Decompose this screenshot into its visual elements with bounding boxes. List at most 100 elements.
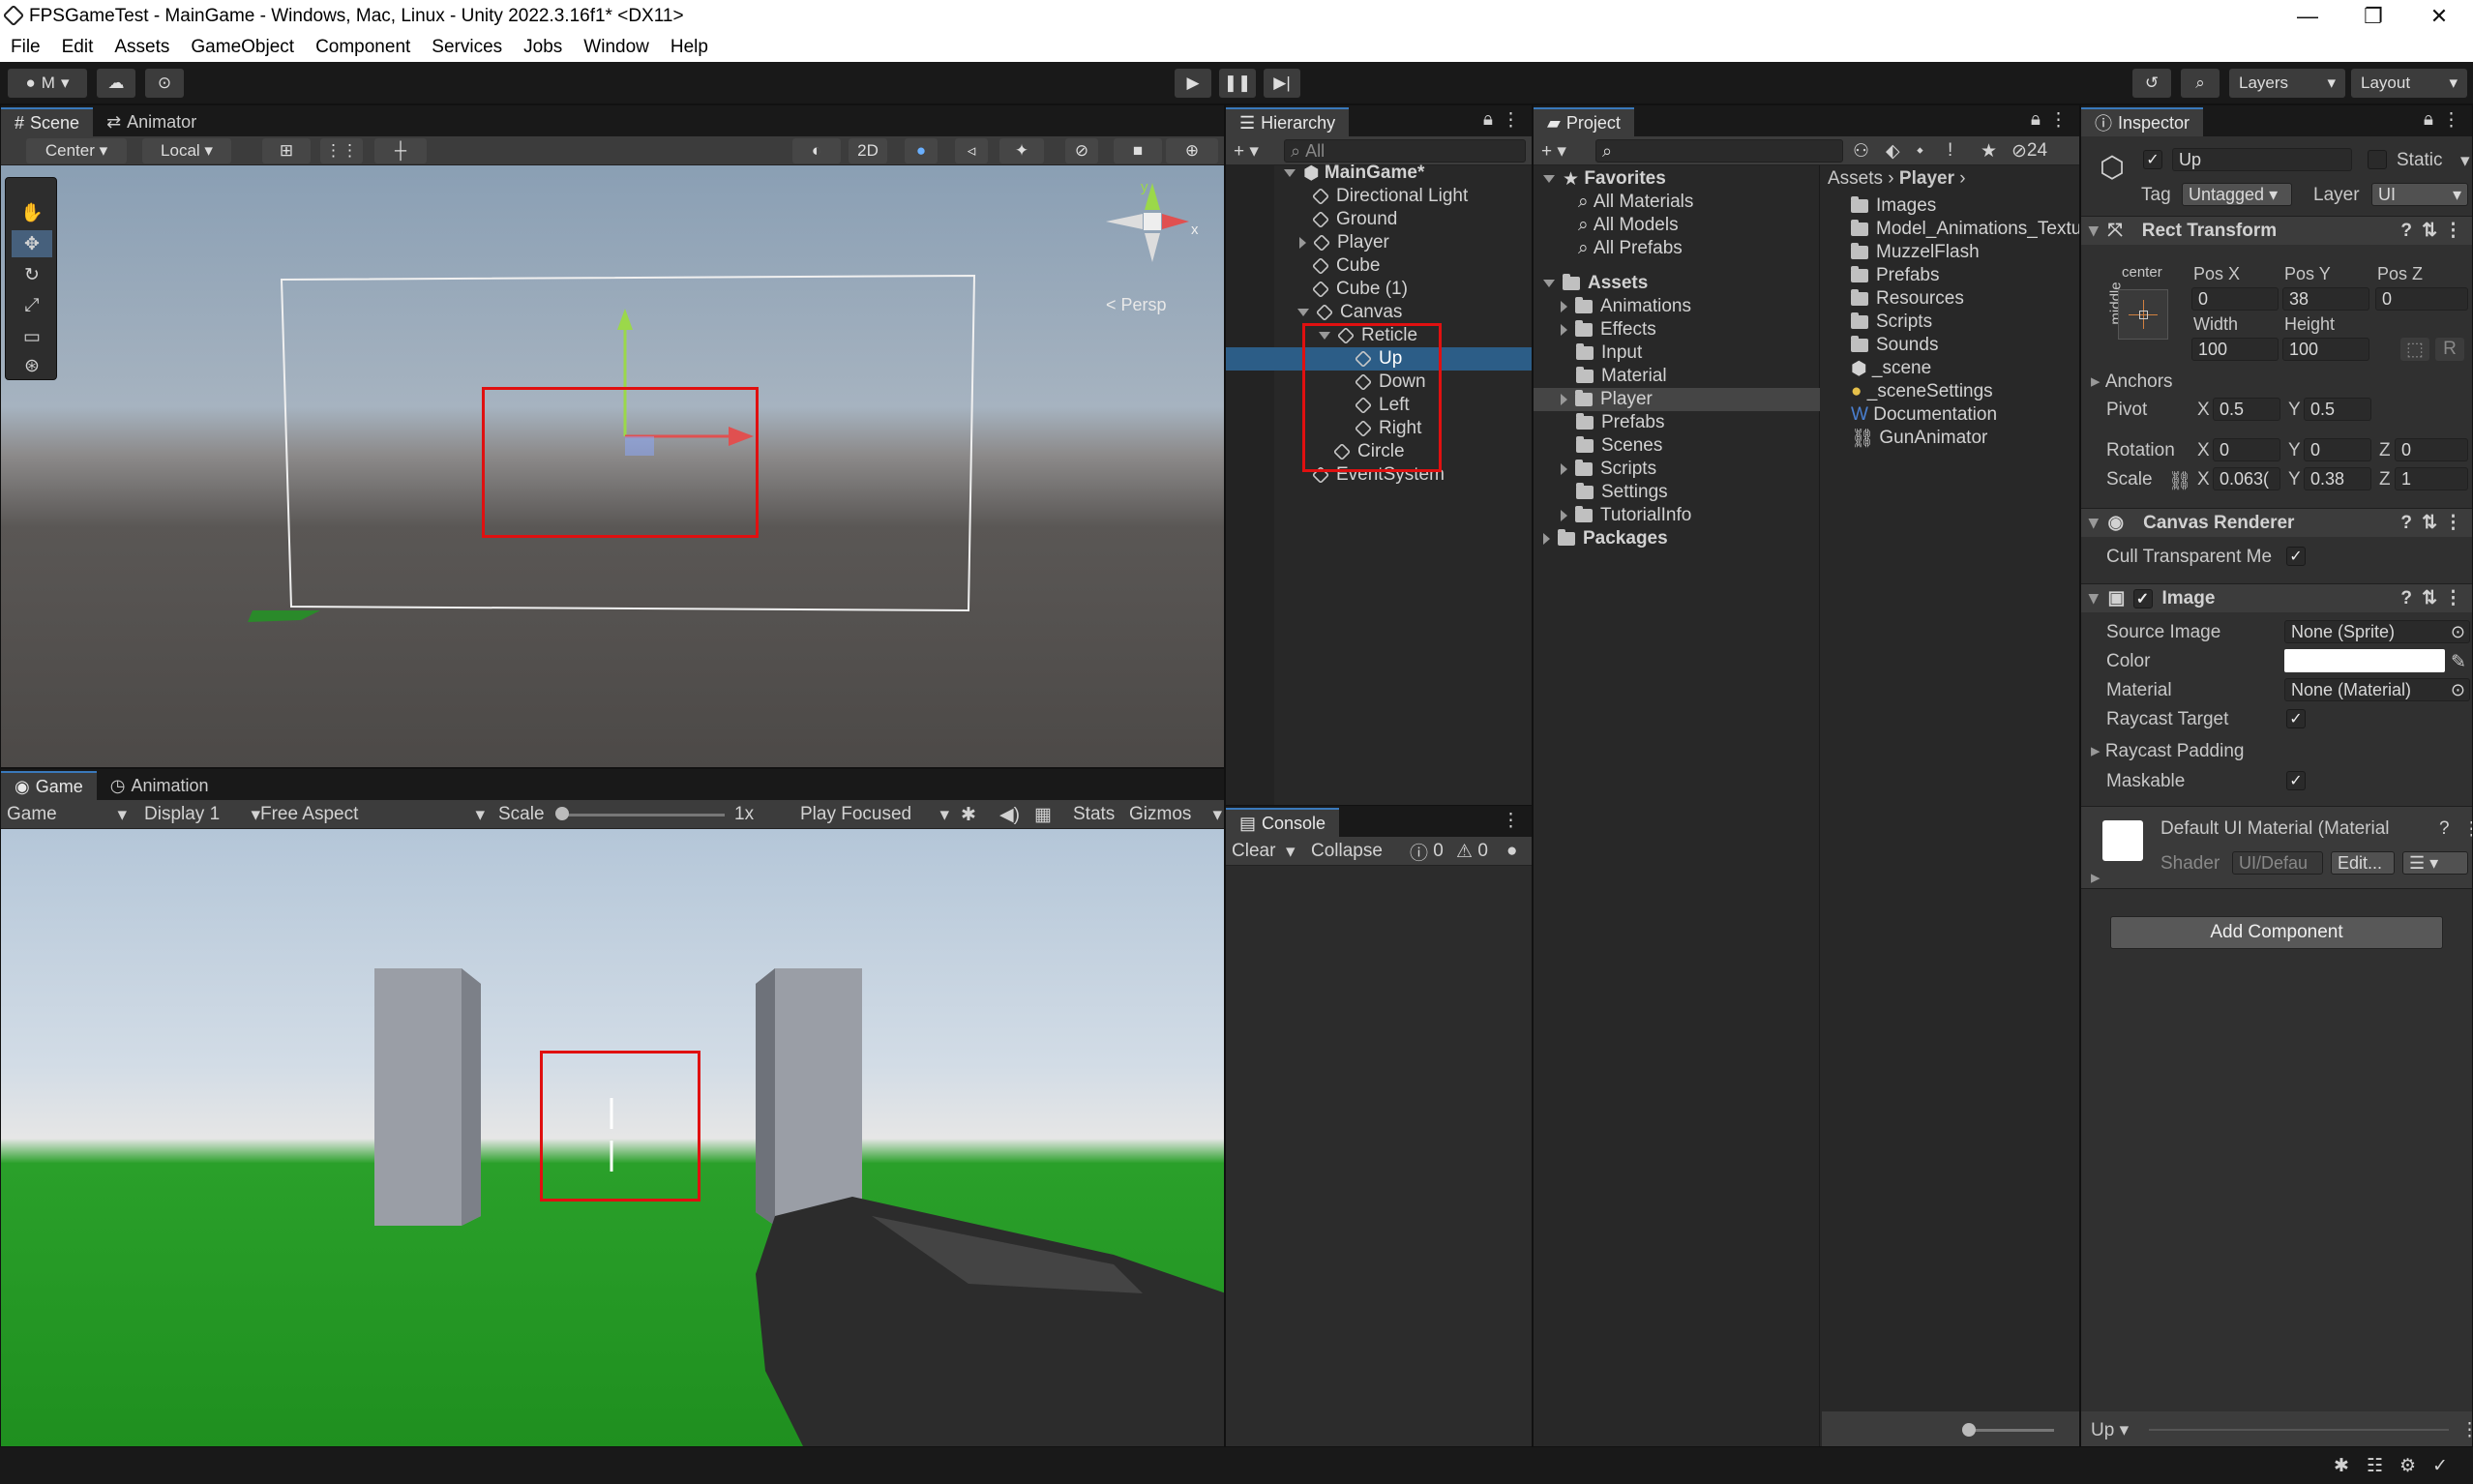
material-field[interactable]: None (Material) ⊙: [2284, 678, 2470, 701]
hand-tool-icon[interactable]: ✋: [12, 199, 52, 226]
search-button[interactable]: ⌕: [2181, 69, 2220, 98]
persp-label[interactable]: < Persp: [1106, 295, 1167, 315]
cull-transparent-checkbox[interactable]: ✓: [2286, 547, 2306, 566]
lock-icon[interactable]: 🔒︎: [2424, 109, 2433, 131]
help-icon[interactable]: ?: [2400, 588, 2412, 609]
preset-icon[interactable]: ⇅: [2422, 220, 2437, 242]
debug-icon[interactable]: ✱: [2334, 1455, 2349, 1477]
rot-x-input[interactable]: 0: [2213, 438, 2280, 461]
play-button[interactable]: ▶: [1175, 69, 1211, 98]
tab-project[interactable]: ▰ Project: [1534, 107, 1634, 136]
object-picker-icon[interactable]: ⊙: [2451, 622, 2465, 642]
asset-folder[interactable]: Scripts: [1561, 458, 1656, 481]
menu-jobs[interactable]: Jobs: [513, 37, 573, 58]
blueprint-mode-button[interactable]: ⬚: [2400, 338, 2429, 361]
source-image-field[interactable]: None (Sprite) ⊙: [2284, 620, 2470, 643]
hidden-objects-button[interactable]: ⊘: [1065, 138, 1098, 163]
menu-services[interactable]: Services: [421, 37, 513, 58]
maskable-checkbox[interactable]: ✓: [2286, 771, 2306, 790]
more-icon[interactable]: ⋮: [1502, 109, 1520, 132]
tab-inspector[interactable]: ⓘ Inspector: [2081, 107, 2204, 136]
gizmos-dropdown[interactable]: Gizmos ▾: [1129, 803, 1222, 826]
file-item[interactable]: MuzzelFlash: [1851, 241, 1980, 264]
asset-folder[interactable]: Effects: [1561, 318, 1656, 341]
hidden-packages-button[interactable]: ⊘ 24: [2011, 139, 2047, 163]
packages-header[interactable]: Packages: [1543, 527, 1668, 550]
pause-button[interactable]: ❚❚: [1219, 69, 1256, 98]
aspect-dropdown[interactable]: Free Aspect ▾: [260, 803, 485, 826]
asset-folder[interactable]: Input: [1576, 341, 1642, 365]
static-checkbox[interactable]: [2368, 150, 2387, 169]
clear-button[interactable]: Clear ▾: [1232, 840, 1296, 863]
width-input[interactable]: 100: [2191, 338, 2279, 361]
filter-icon[interactable]: ⬩: [1917, 139, 1923, 163]
hierarchy-item[interactable]: Directional Light: [1311, 185, 1468, 208]
hierarchy-item[interactable]: Ground: [1311, 208, 1397, 231]
asset-folder[interactable]: Prefabs: [1576, 411, 1664, 434]
more-icon[interactable]: ⋮: [2462, 818, 2472, 841]
error-icon[interactable]: ●: [1506, 840, 1517, 863]
move-tool-icon[interactable]: ✥: [12, 230, 52, 257]
more-icon[interactable]: ⋮: [2460, 1419, 2472, 1441]
close-button[interactable]: ✕: [2405, 0, 2473, 33]
hierarchy-item[interactable]: Player: [1299, 231, 1389, 254]
lighting-button[interactable]: ●: [905, 138, 938, 163]
asset-folder-selected[interactable]: Player: [1561, 388, 1653, 411]
collapse-button[interactable]: Collapse: [1311, 840, 1383, 863]
file-item[interactable]: W Documentation: [1851, 403, 1997, 427]
toggle-2d-button[interactable]: 2D: [849, 138, 887, 163]
more-icon[interactable]: ⋮: [2444, 220, 2462, 242]
display-dropdown[interactable]: Display 1 ▾: [144, 803, 260, 826]
menu-assets[interactable]: Assets: [104, 37, 180, 58]
link-icon[interactable]: ⛓: [2168, 469, 2191, 492]
anchor-presets-button[interactable]: [2118, 289, 2168, 340]
transform-tool-icon[interactable]: ⊛: [12, 352, 52, 379]
file-item[interactable]: Images: [1851, 194, 1936, 218]
search-by-label-icon[interactable]: ⬖: [1886, 139, 1900, 163]
scale-y-input[interactable]: 0.38: [2304, 467, 2371, 490]
layer-dropdown[interactable]: UI ▾: [2371, 183, 2468, 206]
menu-gameobject[interactable]: GameObject: [180, 37, 305, 58]
lock-icon[interactable]: 🔒︎: [2031, 109, 2041, 131]
file-item[interactable]: Model_Animations_Textu: [1851, 218, 2079, 241]
image-header[interactable]: ▾ ▣ ✓ Image ? ⇅ ⋮: [2081, 583, 2472, 612]
layout-dropdown[interactable]: Layout ▾: [2351, 69, 2467, 98]
warning-filter-icon[interactable]: !: [1948, 139, 1952, 163]
keyboard-icon[interactable]: ▦: [1034, 803, 1052, 826]
scale-slider[interactable]: [560, 814, 725, 816]
object-name-input[interactable]: Up: [2172, 148, 2352, 171]
shader-dropdown[interactable]: UI/Defau: [2232, 851, 2323, 875]
check-icon[interactable]: ✓: [2432, 1455, 2448, 1477]
play-mode-dropdown[interactable]: Play Focused ▾: [800, 803, 949, 826]
favorite-icon[interactable]: ★: [1981, 139, 1997, 163]
pos-y-input[interactable]: 38: [2282, 287, 2369, 311]
effects-button[interactable]: ✦: [999, 138, 1044, 163]
asset-folder[interactable]: Material: [1576, 365, 1667, 388]
raycast-padding-foldout[interactable]: ▸ Raycast Padding: [2091, 740, 2244, 762]
file-item[interactable]: ⛓ GunAnimator: [1851, 427, 1987, 450]
collab-button[interactable]: ⊙: [145, 69, 184, 98]
asset-folder[interactable]: Animations: [1561, 295, 1691, 318]
raw-edit-button[interactable]: R: [2435, 338, 2464, 361]
game-view-dropdown[interactable]: Game ▾: [7, 803, 127, 826]
hierarchy-item[interactable]: Cube: [1311, 254, 1380, 278]
scale-tool-icon[interactable]: ⤢: [12, 292, 52, 319]
rotate-tool-icon[interactable]: ↻: [12, 261, 52, 288]
eyedropper-icon[interactable]: ✎: [2451, 651, 2466, 673]
more-icon[interactable]: ⋮: [2444, 587, 2462, 609]
cloud-button[interactable]: ☁: [97, 69, 135, 98]
pos-z-input[interactable]: 0: [2375, 287, 2468, 311]
menu-help[interactable]: Help: [660, 37, 719, 58]
tab-console[interactable]: ▤ Console: [1226, 808, 1340, 837]
more-icon[interactable]: ⋮: [1502, 810, 1520, 832]
file-item[interactable]: Scripts: [1851, 311, 1932, 334]
preset-icon[interactable]: ⇅: [2422, 512, 2437, 534]
step-button[interactable]: ▶|: [1264, 69, 1300, 98]
favorite-item[interactable]: ⌕ All Models: [1578, 214, 1679, 237]
assets-header[interactable]: Assets: [1543, 272, 1648, 295]
game-viewport[interactable]: [1, 829, 1224, 1446]
icon-size-slider-thumb[interactable]: [1962, 1423, 1976, 1437]
project-search-input[interactable]: ⌕: [1595, 139, 1843, 163]
camera-button[interactable]: ■: [1114, 138, 1162, 163]
rot-y-input[interactable]: 0: [2304, 438, 2371, 461]
